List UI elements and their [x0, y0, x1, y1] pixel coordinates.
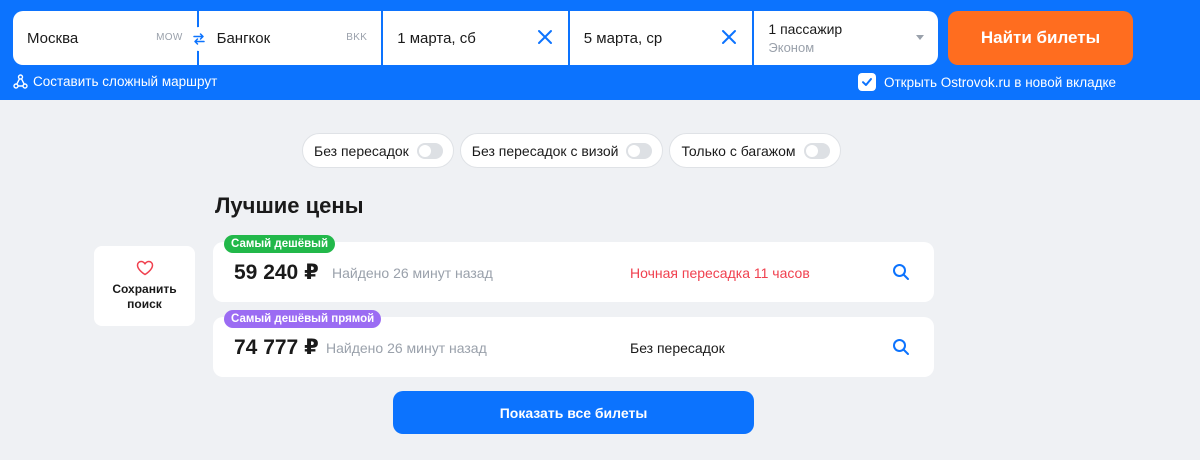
- cheapest-direct-badge: Самый дешёвый прямой: [224, 310, 382, 328]
- result-card[interactable]: Самый дешёвый прямой 74 777 ₽ Найдено 26…: [213, 310, 934, 377]
- save-search-line2: поиск: [127, 297, 162, 311]
- section-title: Лучшие цены: [215, 193, 364, 218]
- return-date-field[interactable]: 5 марта, ср: [569, 11, 753, 65]
- depart-date-field[interactable]: 1 марта, сб: [383, 11, 568, 65]
- chevron-down-icon: [915, 35, 924, 40]
- find-tickets-button[interactable]: Найти билеты: [948, 11, 1133, 65]
- heart-icon: [136, 260, 153, 276]
- passengers-field[interactable]: 1 пассажир Эконом: [754, 11, 938, 65]
- route-icon: [13, 74, 28, 89]
- complex-route-link[interactable]: Составить сложный маршрут: [13, 74, 217, 89]
- destination-code: BKK: [346, 32, 368, 43]
- ticket-price: 74 777 ₽: [234, 336, 319, 359]
- save-search-button[interactable]: Сохранить поиск: [94, 246, 195, 326]
- filter-toggle[interactable]: [626, 142, 653, 159]
- destination-field[interactable]: Бангкок BKK: [198, 11, 382, 65]
- search-icon[interactable]: [892, 338, 910, 356]
- filter-toggle[interactable]: [416, 142, 443, 159]
- found-time: Найдено 26 минут назад: [332, 265, 493, 281]
- filter-nonstop[interactable]: Без пересадок: [302, 133, 454, 168]
- origin-field[interactable]: Москва MOW: [13, 11, 197, 65]
- filter-chips: Без пересадок Без пересадок с визой Толь…: [302, 133, 847, 168]
- show-all-tickets-button[interactable]: Показать все билеты: [393, 391, 754, 434]
- ticket-price: 59 240 ₽: [234, 261, 319, 284]
- check-icon: [862, 78, 872, 86]
- cheapest-badge: Самый дешёвый: [224, 235, 336, 253]
- search-form: Москва MOW Бангкок BKK 1 марта, сб 5 мар…: [13, 11, 938, 65]
- search-header: Москва MOW Бангкок BKK 1 марта, сб 5 мар…: [0, 0, 1200, 100]
- search-icon[interactable]: [892, 263, 910, 281]
- complex-route-label: Составить сложный маршрут: [33, 74, 218, 89]
- save-search-line1: Сохранить: [112, 282, 177, 296]
- filter-label: Только с багажом: [681, 142, 796, 159]
- found-time: Найдено 26 минут назад: [326, 340, 487, 356]
- filter-toggle[interactable]: [803, 142, 830, 159]
- filter-label: Без пересадок с визой: [471, 142, 619, 159]
- save-search-label: Сохранить поиск: [112, 282, 176, 312]
- depart-date: 1 марта, сб: [397, 29, 476, 47]
- filter-label: Без пересадок: [314, 142, 409, 159]
- close-icon[interactable]: [536, 28, 554, 46]
- transfer-info: Ночная пересадка 11 часов: [630, 265, 810, 281]
- close-icon[interactable]: [720, 28, 738, 46]
- open-new-tab-option[interactable]: Открыть Ostrovok.ru в новой вкладке: [858, 73, 1116, 91]
- new-tab-label: Открыть Ostrovok.ru в новой вкладке: [884, 74, 1117, 90]
- filter-baggage[interactable]: Только с багажом: [669, 133, 841, 168]
- passenger-count: 1 пассажир: [768, 21, 843, 37]
- transfer-info: Без пересадок: [630, 340, 725, 356]
- result-card[interactable]: Самый дешёвый 59 240 ₽ Найдено 26 минут …: [213, 235, 934, 302]
- origin-city: Москва: [27, 29, 79, 47]
- new-tab-checkbox[interactable]: [858, 73, 876, 91]
- destination-city: Бангкок: [216, 29, 271, 47]
- origin-code: MOW: [156, 32, 183, 43]
- swap-icon[interactable]: [187, 27, 211, 51]
- return-date: 5 марта, ср: [583, 29, 663, 47]
- filter-nonstop-visa[interactable]: Без пересадок с визой: [459, 133, 664, 168]
- cabin-class: Эконом: [768, 40, 815, 55]
